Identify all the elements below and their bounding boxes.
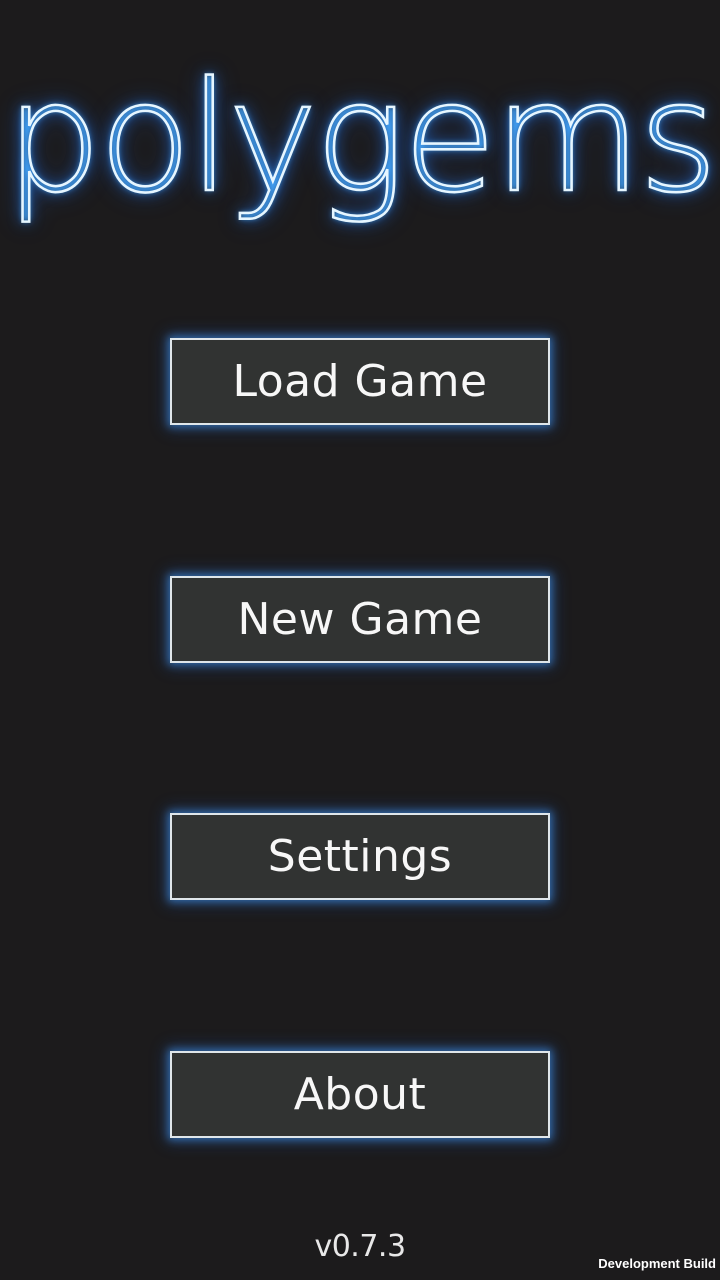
load-game-label: Load Game	[232, 356, 488, 407]
development-build-label: Development Build	[598, 1256, 716, 1271]
about-label: About	[293, 1069, 427, 1120]
settings-button[interactable]: Settings	[170, 813, 550, 900]
new-game-button[interactable]: New Game	[170, 576, 550, 663]
game-title-logo: polygems	[4, 49, 719, 226]
settings-label: Settings	[267, 831, 453, 882]
load-game-button[interactable]: Load Game	[170, 338, 550, 425]
new-game-label: New Game	[237, 594, 483, 645]
about-button[interactable]: About	[170, 1051, 550, 1138]
